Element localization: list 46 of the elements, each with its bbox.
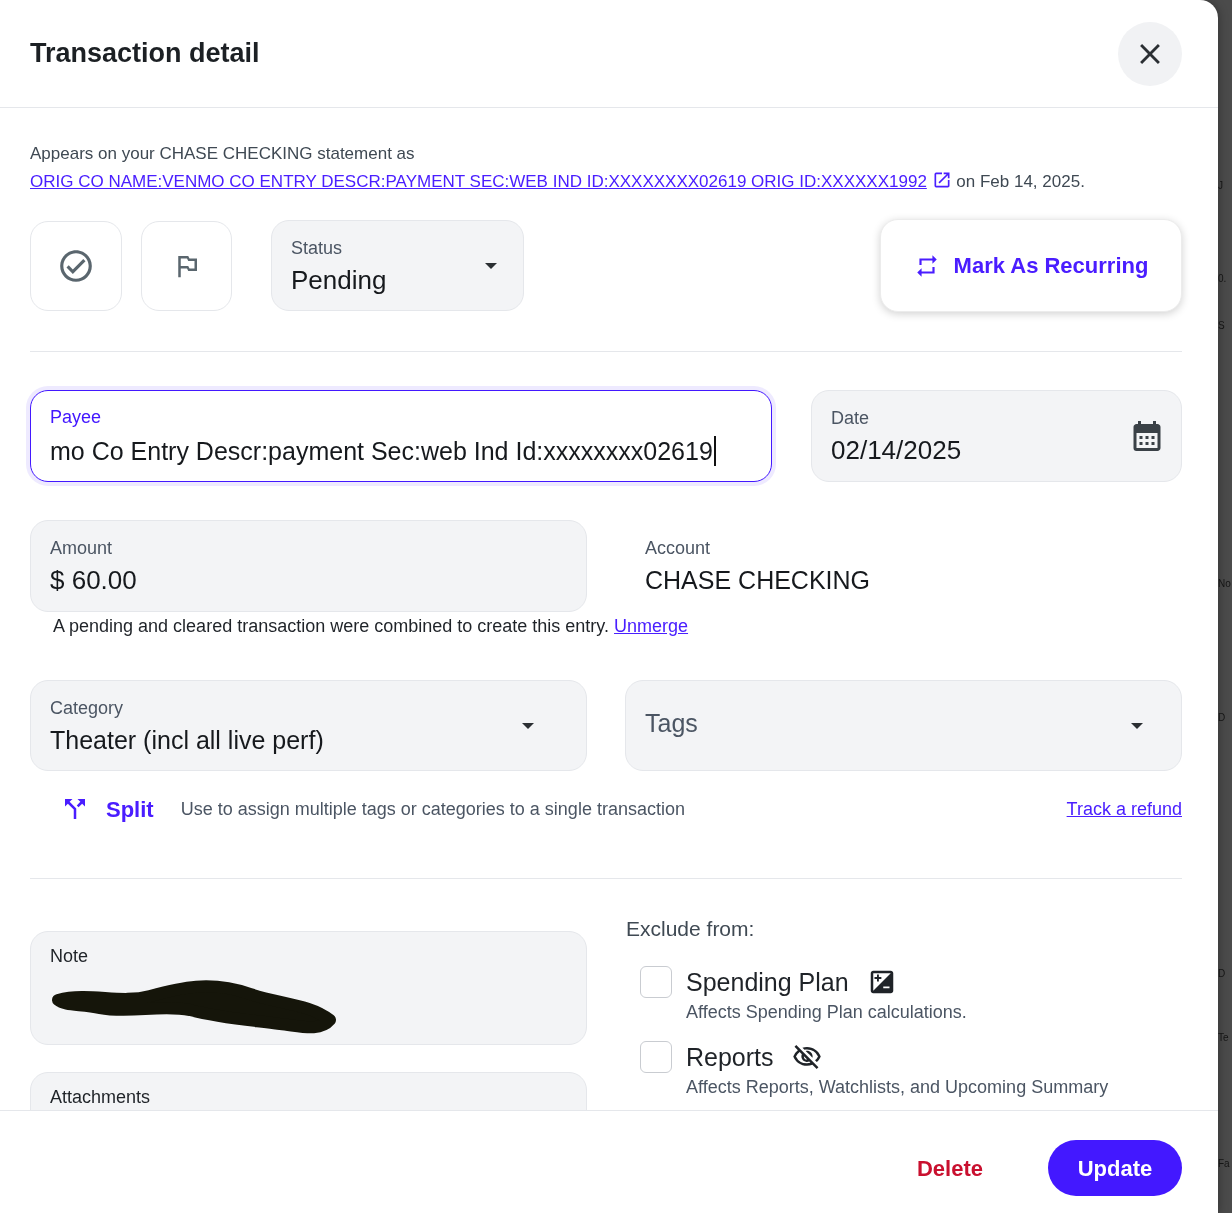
statement-text: Appears on your CHASE CHECKING statement as ORIG CO NAME:VENMO CO ENTRY DESCR:PAYMENT SEC:WEB IND ID:XXXXXXXX02619 ORIG ID:XXXXXX1992 on Feb 14, 2025.	[30, 143, 1086, 193]
review-button[interactable]	[30, 220, 122, 311]
unmerge-link[interactable]: Unmerge	[614, 616, 689, 636]
exclude-option-label: Reports	[686, 1042, 774, 1073]
caret-down-icon	[485, 262, 497, 269]
amount-value: $ 60.00	[50, 564, 137, 596]
payee-label: Payee	[50, 406, 102, 429]
amount-label: Amount	[50, 537, 113, 560]
delete-button[interactable]: Delete	[914, 1140, 985, 1196]
status-label: Status	[291, 236, 343, 260]
exclude-heading: Exclude from:	[626, 916, 755, 942]
status-dropdown[interactable]: Status Pending	[271, 220, 524, 311]
split-description: Use to assign multiple tags or categories to a single transaction	[180, 797, 685, 821]
dialog-title: Transaction detail	[30, 37, 260, 71]
mark-recurring-button[interactable]: Mark As Recurring	[880, 219, 1182, 312]
attachments-field[interactable]: Attachments	[30, 1072, 587, 1110]
update-button[interactable]: Update	[1048, 1140, 1182, 1196]
amount-field[interactable]: Amount $ 60.00	[30, 520, 587, 612]
category-label: Category	[50, 696, 124, 720]
caret-down-icon	[522, 722, 534, 729]
eye-slash-icon	[791, 1042, 822, 1072]
statement-link[interactable]: ORIG CO NAME:VENMO CO ENTRY DESCR:PAYMENT SEC:WEB IND ID:XXXXXXXX02619 ORIG ID:XXXXXX1992	[30, 172, 927, 191]
tags-placeholder: Tags	[645, 707, 698, 739]
payee-value: mo Co Entry Descr:payment Sec:web Ind Id:xxxxxxxx02619	[50, 436, 713, 467]
category-dropdown[interactable]: Category Theater (incl all live perf)	[30, 680, 587, 771]
text-cursor	[713, 436, 716, 466]
date-value: 02/14/2025	[831, 434, 962, 466]
split-button[interactable]: Split	[60, 792, 154, 826]
account-label: Account	[645, 537, 711, 560]
note-field[interactable]: Note	[30, 931, 587, 1045]
exclude-checkbox[interactable]	[640, 1041, 672, 1073]
exclude-checkbox[interactable]	[640, 966, 672, 998]
tags-dropdown[interactable]: Tags	[625, 680, 1182, 771]
date-field[interactable]: Date 02/14/2025	[811, 390, 1182, 482]
exclude-option-label: Spending Plan	[686, 967, 849, 998]
merge-note: A pending and cleared transaction were combined to create this entry. Unmerge	[53, 615, 690, 638]
account-value: CHASE CHECKING	[645, 565, 871, 596]
status-value: Pending	[291, 263, 387, 296]
note-label: Note	[50, 945, 89, 968]
exclude-option-description: Affects Reports, Watchlists, and Upcoming Summary	[686, 1076, 1109, 1098]
date-label: Date	[831, 407, 870, 430]
category-value: Theater (incl all live perf)	[50, 724, 324, 756]
exclude-option-description: Affects Spending Plan calculations.	[686, 1001, 967, 1023]
attachments-label: Attachments	[50, 1086, 151, 1109]
caret-down-icon	[1131, 722, 1143, 729]
track-refund-link[interactable]: Track a refund	[1066, 795, 1182, 823]
